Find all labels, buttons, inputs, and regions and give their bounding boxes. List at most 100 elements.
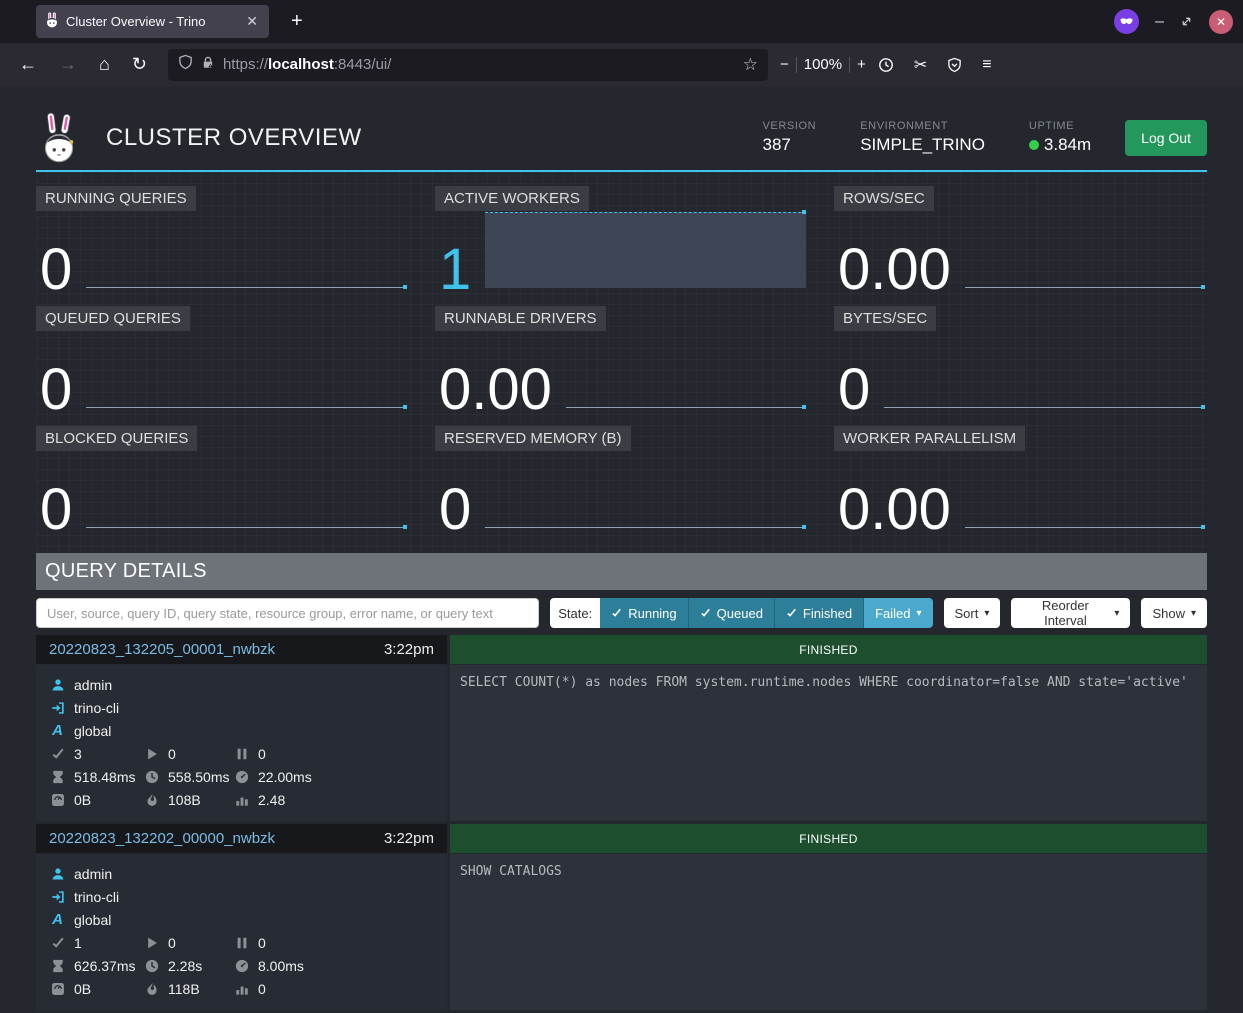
url-bar[interactable]: https://localhost:8443/ui/ ☆ [168, 49, 768, 81]
state-filter-finished[interactable]: Finished [775, 598, 864, 628]
tab-close-icon[interactable]: ✕ [243, 13, 261, 30]
screen: Cluster Overview - Trino ✕ + – ✕ ← → ⌂ ↻ [0, 0, 1243, 1013]
pause-icon [234, 936, 249, 950]
metric-label: BYTES/SEC [834, 306, 936, 331]
query-source: trino-cli [50, 885, 447, 908]
zoom-level[interactable]: 100% [804, 56, 842, 73]
metric-value: 0 [40, 242, 72, 297]
query-row: 20220823_132202_00000_nwbzk 3:22pm FINIS… [36, 824, 1207, 1010]
chart-icon [234, 982, 249, 996]
query-search-input[interactable] [36, 598, 539, 628]
lock-warning-icon[interactable] [201, 55, 215, 75]
metric-value: 0.00 [838, 482, 951, 537]
metric-label: RUNNING QUERIES [36, 186, 196, 211]
zoom-in-icon[interactable]: + [857, 56, 866, 73]
screenshot-scissors-icon[interactable]: ✂ [906, 52, 935, 78]
hourglass-icon [50, 959, 65, 973]
show-dropdown[interactable]: Show▾ [1141, 598, 1207, 628]
state-filter-group: State: RunningQueuedFinishedFailed▾ [550, 598, 932, 628]
browser-tab[interactable]: Cluster Overview - Trino ✕ [36, 5, 269, 38]
metric-value: 0 [838, 362, 870, 417]
query-stat: 3 [50, 742, 144, 765]
uptime-value: 3.84m [1029, 135, 1091, 155]
query-source: trino-cli [50, 696, 447, 719]
home-icon[interactable]: ⌂ [90, 51, 119, 78]
query-user: admin [50, 673, 447, 696]
menu-hamburger-icon[interactable]: ≡ [974, 53, 999, 77]
font-icon: A [50, 723, 65, 738]
trino-bunny-logo [36, 112, 82, 164]
maximize-button[interactable] [1180, 15, 1193, 28]
state-filter-failed[interactable]: Failed▾ [864, 598, 932, 628]
metric-value: 0 [439, 482, 471, 537]
query-id-link[interactable]: 20220823_132205_00001_nwbzk [49, 641, 275, 658]
close-button[interactable]: ✕ [1209, 10, 1233, 34]
sort-dropdown[interactable]: Sort▾ [944, 598, 1001, 628]
back-icon[interactable]: ← [10, 51, 46, 78]
pause-icon [234, 747, 249, 761]
query-id-link[interactable]: 20220823_132202_00000_nwbzk [49, 830, 275, 847]
metric-value: 0.00 [439, 362, 552, 417]
separator [849, 57, 850, 73]
play-icon [144, 936, 159, 950]
fire-icon [144, 982, 159, 996]
clock-icon [144, 959, 159, 973]
minimize-button[interactable]: – [1155, 13, 1164, 31]
app-header: CLUSTER OVERVIEW VERSION 387 ENVIRONMENT… [36, 86, 1207, 172]
query-time: 3:22pm [384, 641, 434, 658]
url-text[interactable]: https://localhost:8443/ui/ [223, 56, 735, 73]
shield-chevron-icon[interactable] [939, 54, 970, 76]
reload-icon[interactable]: ↻ [123, 51, 156, 78]
forward-icon[interactable]: → [50, 51, 86, 78]
version-value: 387 [763, 135, 817, 155]
query-stat: 0 [234, 931, 447, 954]
zoom-controls: − 100% + [780, 56, 866, 73]
metric-label: RESERVED MEMORY (B) [435, 426, 631, 451]
font-icon: A [50, 912, 65, 927]
query-stat-grid: 100626.37ms2.28s8.00ms0B118B0 [50, 931, 447, 1000]
bookmark-star-icon[interactable]: ☆ [743, 55, 758, 75]
check-icon [786, 606, 797, 620]
zoom-out-icon[interactable]: − [780, 56, 789, 73]
sparkline-chart [485, 212, 806, 288]
chevron-down-icon: ▾ [1114, 608, 1119, 619]
check-icon [700, 606, 711, 620]
shield-icon[interactable] [178, 54, 193, 75]
state-filter-queued[interactable]: Queued [689, 598, 775, 628]
login-icon [50, 890, 65, 904]
query-stats: admintrino-cliAglobal100626.37ms2.28s8.0… [36, 854, 447, 1010]
page-title: CLUSTER OVERVIEW [106, 124, 763, 152]
state-filter-running[interactable]: Running [600, 598, 688, 628]
logout-button[interactable]: Log Out [1125, 120, 1207, 156]
query-stats: admintrino-cliAglobal300518.48ms558.50ms… [36, 665, 447, 821]
metric-panel: RUNNING QUERIES 0 [36, 186, 409, 303]
gauge-icon [234, 770, 249, 784]
query-stat: 518.48ms [50, 765, 144, 788]
scale-icon [50, 793, 65, 807]
reorder-interval-dropdown[interactable]: Reorder Interval▾ [1011, 598, 1130, 628]
metric-value: 0 [40, 362, 72, 417]
query-stat: 0 [144, 931, 234, 954]
metric-panel: WORKER PARALLELISM 0.00 [834, 426, 1207, 543]
hourglass-icon [50, 770, 65, 784]
header-meta: VERSION 387 ENVIRONMENT SIMPLE_TRINO UPT… [763, 120, 1092, 155]
sparkline-chart [86, 287, 407, 288]
metric-value: 0 [40, 482, 72, 537]
query-sql-text: SELECT COUNT(*) as nodes FROM system.run… [450, 665, 1207, 821]
chevron-down-icon: ▾ [984, 608, 989, 619]
metric-label: BLOCKED QUERIES [36, 426, 197, 451]
separator [796, 57, 797, 73]
sparkline-chart [965, 527, 1205, 528]
environment-label: ENVIRONMENT [860, 120, 985, 132]
sparkline-chart [965, 287, 1205, 288]
new-tab-button[interactable]: + [283, 8, 311, 35]
uptime-status-dot [1029, 140, 1039, 150]
trino-favicon-icon [44, 12, 60, 31]
trino-page: CLUSTER OVERVIEW VERSION 387 ENVIRONMENT… [0, 86, 1243, 1013]
query-stat: 8.00ms [234, 954, 447, 977]
history-clock-icon[interactable] [870, 54, 902, 76]
query-stat: 108B [144, 788, 234, 811]
metric-label: QUEUED QUERIES [36, 306, 190, 331]
metrics-grid: RUNNING QUERIES 0 ACTIVE WORKERS 1 ROWS/… [36, 172, 1207, 553]
window-controls: – ✕ [1114, 0, 1233, 43]
